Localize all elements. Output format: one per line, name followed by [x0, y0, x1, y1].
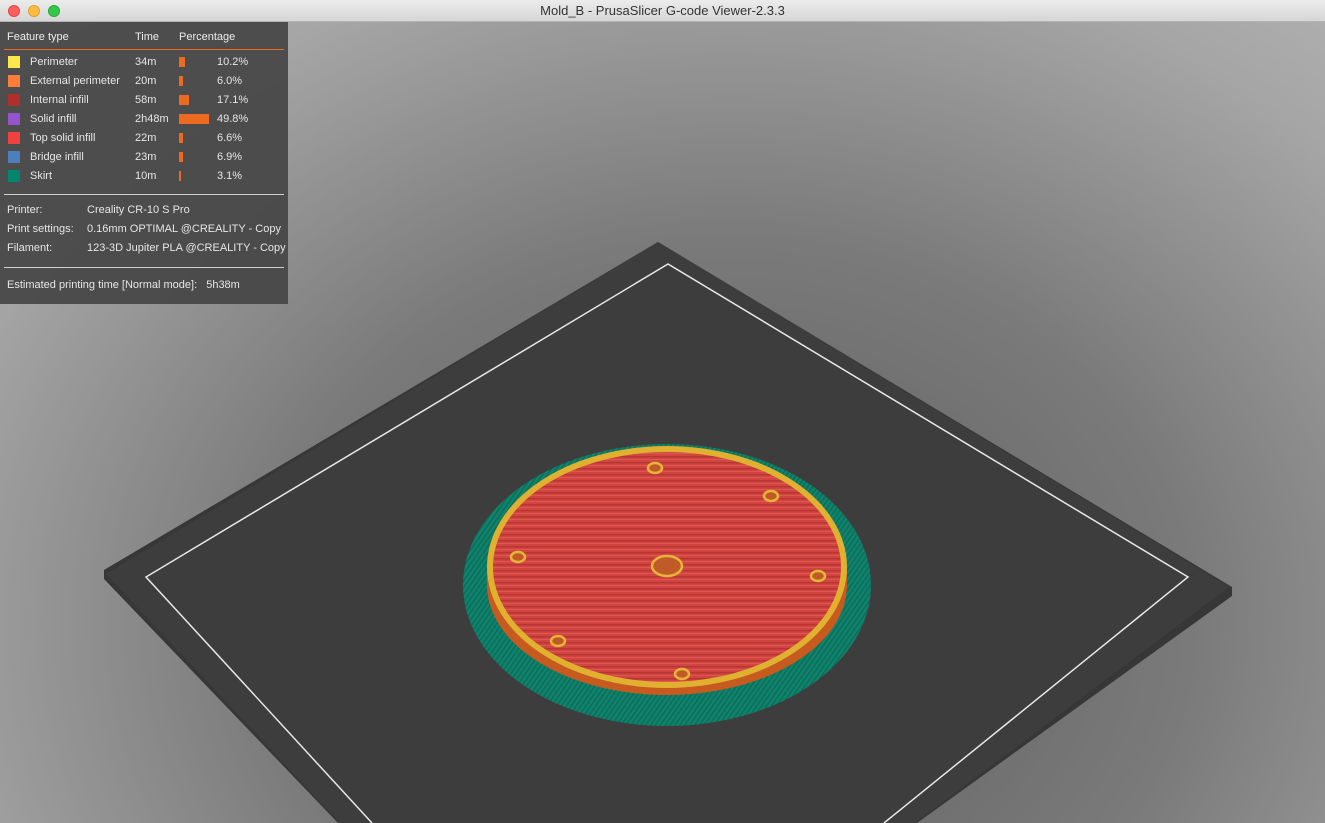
color-swatch[interactable] — [8, 151, 20, 163]
print-settings-info: Print settings: 0.16mm OPTIMAL @CREALITY… — [7, 223, 281, 235]
feature-name: Top solid infill — [30, 132, 96, 144]
printer-label: Printer: — [7, 204, 43, 216]
percentage-bar — [179, 152, 183, 162]
feature-percentage: 6.6% — [217, 132, 243, 144]
feature-row[interactable]: External perimeter 20m 6.0% — [0, 73, 288, 92]
feature-time: 2h48m — [135, 113, 169, 125]
filament-info: Filament: 123-3D Jupiter PLA @CREALITY -… — [7, 242, 286, 254]
percentage-bar — [179, 133, 183, 143]
estimated-time: Estimated printing time [Normal mode]: 5… — [7, 279, 240, 291]
color-swatch[interactable] — [8, 113, 20, 125]
feature-name: Solid infill — [30, 113, 77, 125]
feature-percentage: 6.0% — [217, 75, 243, 87]
filament-value: 123-3D Jupiter PLA @CREALITY - Copy — [87, 242, 286, 254]
color-swatch[interactable] — [8, 170, 20, 182]
feature-name: Internal infill — [30, 94, 89, 106]
feature-time: 10m — [135, 170, 157, 182]
feature-percentage: 17.1% — [217, 94, 249, 106]
feature-name: Perimeter — [30, 56, 78, 68]
feature-time: 22m — [135, 132, 157, 144]
feature-row[interactable]: Bridge infill 23m 6.9% — [0, 149, 288, 168]
estimated-time-label: Estimated printing time [Normal mode]: — [7, 279, 198, 291]
window-titlebar: Mold_B - PrusaSlicer G-code Viewer-2.3.3 — [0, 0, 1325, 22]
printer-info: Printer: Creality CR-10 S Pro — [7, 204, 190, 216]
legend-header: Feature type Time Percentage — [7, 31, 284, 49]
color-swatch[interactable] — [8, 132, 20, 144]
section-divider — [4, 267, 284, 268]
gcode-legend-panel: Feature type Time Percentage Perimeter 34… — [0, 22, 288, 304]
color-swatch[interactable] — [8, 94, 20, 106]
feature-percentage: 49.8% — [217, 113, 249, 125]
color-swatch[interactable] — [8, 56, 20, 68]
filament-label: Filament: — [7, 242, 53, 254]
percentage-bar — [179, 95, 189, 105]
percentage-header: Percentage — [179, 31, 236, 43]
percentage-bar — [179, 171, 181, 181]
section-divider — [4, 194, 284, 195]
percentage-bar — [179, 76, 183, 86]
percentage-bar — [179, 57, 185, 67]
window-title: Mold_B - PrusaSlicer G-code Viewer-2.3.3 — [540, 3, 785, 18]
feature-name: External perimeter — [30, 75, 120, 87]
time-header: Time — [135, 31, 160, 43]
feature-row[interactable]: Solid infill 2h48m 49.8% — [0, 111, 288, 130]
feature-row[interactable]: Top solid infill 22m 6.6% — [0, 130, 288, 149]
percentage-bar — [179, 114, 209, 124]
feature-name: Bridge infill — [30, 151, 84, 163]
feature-row[interactable]: Perimeter 34m 10.2% — [0, 54, 288, 73]
feature-time: 23m — [135, 151, 157, 163]
feature-time: 34m — [135, 56, 157, 68]
feature-time: 20m — [135, 75, 157, 87]
feature-name: Skirt — [30, 170, 52, 182]
feature-percentage: 6.9% — [217, 151, 243, 163]
feature-row[interactable]: Internal infill 58m 17.1% — [0, 92, 288, 111]
feature-time: 58m — [135, 94, 157, 106]
feature-row[interactable]: Skirt 10m 3.1% — [0, 168, 288, 187]
header-divider — [4, 49, 284, 50]
estimated-time-value: 5h38m — [206, 279, 240, 291]
print-settings-label: Print settings: — [7, 223, 74, 235]
color-swatch[interactable] — [8, 75, 20, 87]
printer-value: Creality CR-10 S Pro — [87, 204, 190, 216]
feature-type-header: Feature type — [7, 31, 69, 43]
feature-percentage: 10.2% — [217, 56, 249, 68]
print-settings-value: 0.16mm OPTIMAL @CREALITY - Copy — [87, 223, 281, 235]
feature-percentage: 3.1% — [217, 170, 243, 182]
